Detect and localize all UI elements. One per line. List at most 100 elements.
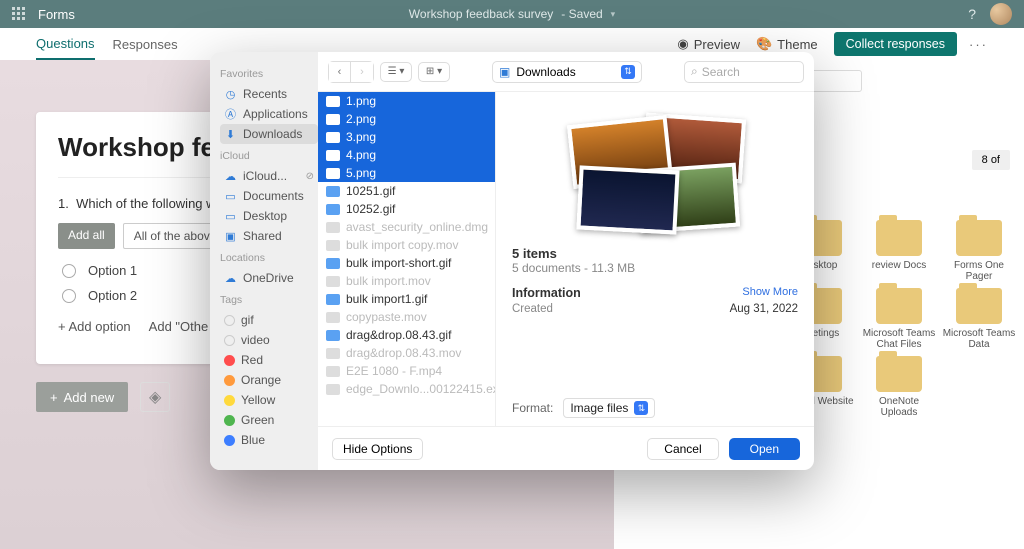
doc-status: - Saved	[561, 7, 602, 21]
hide-options-button[interactable]: Hide Options	[332, 438, 423, 460]
app-title: Forms	[38, 7, 75, 22]
file-row[interactable]: edge_Downlo...00122415.exe	[318, 380, 495, 398]
file-row[interactable]: 5.png	[318, 164, 495, 182]
sidebar-section-favorites: Favorites	[220, 68, 318, 80]
add-option-link[interactable]: + Add option	[58, 319, 131, 334]
file-row[interactable]: E2E 1080 - F.mp4	[318, 362, 495, 380]
sidebar-item-documents[interactable]: ▭Documents	[220, 186, 318, 206]
app-header: Forms Workshop feedback survey - Saved ▾…	[0, 0, 1024, 28]
finder-search[interactable]: ⌕ Search	[684, 61, 804, 83]
add-all-pill[interactable]: Add all	[58, 223, 115, 249]
tab-questions[interactable]: Questions	[36, 28, 95, 60]
sidebar-item-desktop[interactable]: ▭Desktop	[220, 206, 318, 226]
file-icon	[326, 186, 340, 197]
sidebar-tag[interactable]: Green	[220, 410, 318, 430]
file-row[interactable]: avast_security_online.dmg	[318, 218, 495, 236]
avatar[interactable]	[990, 3, 1012, 25]
search-icon: ⌕	[691, 64, 698, 79]
folder-item[interactable]: Microsoft Teams Chat Files	[860, 288, 938, 350]
file-row[interactable]: 1.png	[318, 92, 495, 110]
sidebar-item-downloads[interactable]: ⬇Downloads	[220, 124, 318, 144]
file-row[interactable]: 2.png	[318, 110, 495, 128]
file-icon	[326, 168, 340, 179]
theme-button[interactable]: 🎨Theme	[756, 36, 818, 52]
file-row[interactable]: 3.png	[318, 128, 495, 146]
nav-buttons: ‹ ›	[328, 61, 374, 83]
file-icon	[326, 348, 340, 359]
tag-color-icon	[224, 375, 235, 386]
tab-responses[interactable]: Responses	[113, 28, 178, 60]
file-row[interactable]: drag&drop.08.43.gif	[318, 326, 495, 344]
cloud-icon: ☁	[224, 272, 237, 285]
doc-title[interactable]: Workshop feedback survey	[409, 7, 554, 21]
sidebar-section-locations: Locations	[220, 252, 318, 264]
file-icon	[326, 222, 340, 233]
folder-item[interactable]: review Docs	[860, 220, 938, 282]
folder-icon	[876, 356, 922, 392]
open-button[interactable]: Open	[729, 438, 800, 460]
add-other-link[interactable]: Add "Othe	[149, 319, 209, 334]
add-section-button[interactable]: ◈	[140, 382, 170, 412]
format-select[interactable]: Image files ⇅	[563, 398, 655, 418]
more-menu[interactable]: ···	[969, 37, 988, 52]
folder-item[interactable]: Microsoft Teams Data	[940, 288, 1018, 350]
radio-icon	[62, 264, 76, 278]
sidebar-tag[interactable]: Red	[220, 350, 318, 370]
cancel-button[interactable]: Cancel	[647, 438, 718, 460]
app-launcher-icon[interactable]	[12, 7, 26, 21]
sidebar-item-recents[interactable]: ◷Recents	[220, 84, 318, 104]
sidebar-tag[interactable]: Blue	[220, 430, 318, 450]
location-dropdown[interactable]: ▣ Downloads ⇅	[492, 61, 642, 83]
file-icon	[326, 96, 340, 107]
sidebar-item-shared[interactable]: ▣Shared	[220, 226, 318, 246]
add-new-button[interactable]: + Add new	[36, 382, 128, 412]
file-icon	[326, 294, 340, 305]
file-icon	[326, 204, 340, 215]
sidebar-item-applications[interactable]: ⒶApplications	[220, 104, 318, 124]
file-row[interactable]: bulk import-short.gif	[318, 254, 495, 272]
file-row[interactable]: bulk import1.gif	[318, 290, 495, 308]
folder-item[interactable]: Forms One Pager	[940, 220, 1018, 282]
item-size: 5 documents - 11.3 MB	[512, 261, 798, 275]
view-group-button[interactable]: ⊞ ▾	[418, 62, 450, 82]
sidebar-section-icloud: iCloud	[220, 150, 318, 162]
forward-button[interactable]: ›	[351, 62, 373, 82]
clock-icon: ◷	[224, 88, 237, 101]
file-row[interactable]: drag&drop.08.43.mov	[318, 344, 495, 362]
view-columns-button[interactable]: ☰ ▾	[380, 62, 412, 82]
show-more-link[interactable]: Show More	[742, 286, 798, 300]
file-row[interactable]: 4.png	[318, 146, 495, 164]
chevron-down-icon[interactable]: ▾	[611, 9, 616, 20]
file-list[interactable]: 1.png2.png3.png4.png5.png10251.gif10252.…	[318, 92, 496, 426]
eye-icon: ◉	[677, 36, 688, 52]
format-label: Format:	[512, 401, 553, 415]
file-icon	[326, 312, 340, 323]
back-button[interactable]: ‹	[329, 62, 351, 82]
tag-color-icon	[224, 355, 235, 366]
preview-button[interactable]: ◉Preview	[677, 36, 740, 52]
finder-footer: Hide Options Cancel Open	[318, 426, 814, 470]
tag-color-icon	[224, 415, 235, 426]
information-label: Information	[512, 286, 581, 300]
folder-item[interactable]: OneNote Uploads	[860, 356, 938, 418]
file-row[interactable]: bulk import copy.mov	[318, 236, 495, 254]
sidebar-tag[interactable]: Yellow	[220, 390, 318, 410]
sidebar-tag[interactable]: gif	[220, 310, 318, 330]
sidebar-item-onedrive[interactable]: ☁OneDrive	[220, 268, 318, 288]
help-icon[interactable]: ?	[968, 6, 976, 22]
picker-counter[interactable]: 8 of	[972, 150, 1010, 170]
file-row[interactable]: 10251.gif	[318, 182, 495, 200]
download-icon: ⬇	[224, 128, 237, 141]
item-count: 5 items	[512, 246, 798, 261]
collect-responses-button[interactable]: Collect responses	[834, 32, 957, 56]
file-row[interactable]: 10252.gif	[318, 200, 495, 218]
radio-icon	[62, 289, 76, 303]
file-row[interactable]: bulk import.mov	[318, 272, 495, 290]
sidebar-tag[interactable]: Orange	[220, 370, 318, 390]
sidebar-tag[interactable]: video	[220, 330, 318, 350]
file-row[interactable]: copypaste.mov	[318, 308, 495, 326]
desktop-icon: ▭	[224, 210, 237, 223]
folder-icon	[956, 288, 1002, 324]
sidebar-item-icloud[interactable]: ☁iCloud...⊘	[220, 166, 318, 186]
file-icon	[326, 330, 340, 341]
